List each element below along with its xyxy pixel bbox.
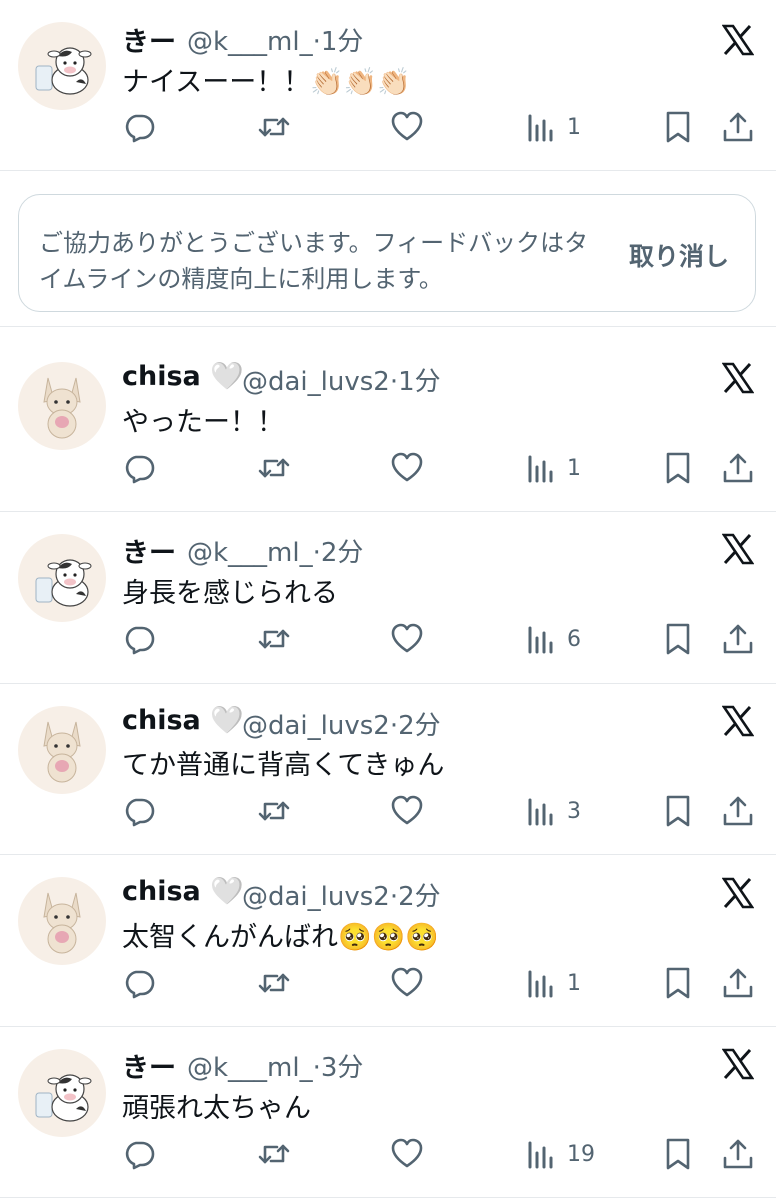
avatar[interactable] [18,534,106,622]
display-name[interactable]: きー [122,531,176,570]
retweet-icon[interactable] [257,966,291,1000]
avatar[interactable] [18,877,106,965]
handle-time[interactable]: @dai_luvs2·2分 [242,876,441,913]
view-count: 1 [567,456,581,481]
handle-time[interactable]: @k___ml_·2分 [187,532,363,569]
view-count: 19 [567,1142,595,1167]
like-icon[interactable] [390,966,424,1000]
reply-icon[interactable] [122,966,156,1000]
undo-button[interactable]: 取り消し [629,237,729,273]
reply-icon[interactable] [122,794,156,828]
divider [0,683,776,684]
bookmark-icon[interactable] [661,451,695,485]
like-icon[interactable] [390,794,424,828]
views-icon[interactable] [527,968,561,1002]
reply-icon[interactable] [122,110,156,144]
like-icon[interactable] [390,110,424,144]
bookmark-icon[interactable] [661,794,695,828]
x-logo-icon [721,705,755,737]
view-count: 1 [567,115,581,140]
display-name[interactable]: chisa 🤍 [122,704,244,736]
retweet-icon[interactable] [257,110,291,144]
bookmark-icon[interactable] [661,1137,695,1171]
share-icon[interactable] [721,1137,755,1171]
views-icon[interactable] [527,796,561,830]
share-icon[interactable] [721,451,755,485]
display-name[interactable]: chisa 🤍 [122,360,244,392]
feedback-box: ご協力ありがとうございます。フィードバックはタイムラインの精度向上に利用します。… [18,194,756,312]
views-icon[interactable] [527,112,561,146]
tweet-text: 太智くんがんばれ🥺🥺🥺 [122,922,439,953]
divider [0,170,776,171]
divider [0,854,776,855]
handle-time[interactable]: @k___ml_·1分 [187,21,363,58]
share-icon[interactable] [721,622,755,656]
handle-time[interactable]: @dai_luvs2·2分 [242,705,441,742]
retweet-icon[interactable] [257,794,291,828]
share-icon[interactable] [721,794,755,828]
x-logo-icon [721,877,755,909]
x-logo-icon [721,533,755,565]
like-icon[interactable] [390,1137,424,1171]
share-icon[interactable] [721,110,755,144]
handle-time[interactable]: @dai_luvs2·1分 [242,361,441,398]
tweet-text: 頑張れ太ちゃん [122,1093,311,1124]
avatar[interactable] [18,362,106,450]
tweet-text: てか普通に背高くてきゅん [122,750,445,781]
reply-icon[interactable] [122,451,156,485]
retweet-icon[interactable] [257,451,291,485]
like-icon[interactable] [390,622,424,656]
view-count: 1 [567,971,581,996]
retweet-icon[interactable] [257,1137,291,1171]
bookmark-icon[interactable] [661,966,695,1000]
display-name[interactable]: chisa 🤍 [122,875,244,907]
x-logo-icon [721,362,755,394]
divider [0,326,776,327]
tweet-text: 身長を感じられる [122,578,338,609]
handle-time[interactable]: @k___ml_·3分 [187,1047,363,1084]
views-icon[interactable] [527,453,561,487]
bookmark-icon[interactable] [661,110,695,144]
x-logo-icon [721,24,755,56]
feedback-message: ご協力ありがとうございます。フィードバックはタイムラインの精度向上に利用します。 [39,229,589,293]
avatar[interactable] [18,706,106,794]
view-count: 6 [567,627,581,652]
divider [0,1026,776,1027]
reply-icon[interactable] [122,622,156,656]
divider [0,1197,776,1198]
avatar[interactable] [18,22,106,110]
tweet-text: やったー！！ [122,407,284,438]
avatar[interactable] [18,1049,106,1137]
divider [0,511,776,512]
like-icon[interactable] [390,451,424,485]
share-icon[interactable] [721,966,755,1000]
bookmark-icon[interactable] [661,622,695,656]
x-logo-icon [721,1048,755,1080]
tweet-text: ナイスーー！！👏🏻👏🏻👏🏻 [122,67,412,98]
retweet-icon[interactable] [257,622,291,656]
view-count: 3 [567,799,581,824]
views-icon[interactable] [527,1139,561,1173]
display-name[interactable]: きー [122,1046,176,1085]
views-icon[interactable] [527,624,561,658]
display-name[interactable]: きー [122,20,176,59]
reply-icon[interactable] [122,1137,156,1171]
